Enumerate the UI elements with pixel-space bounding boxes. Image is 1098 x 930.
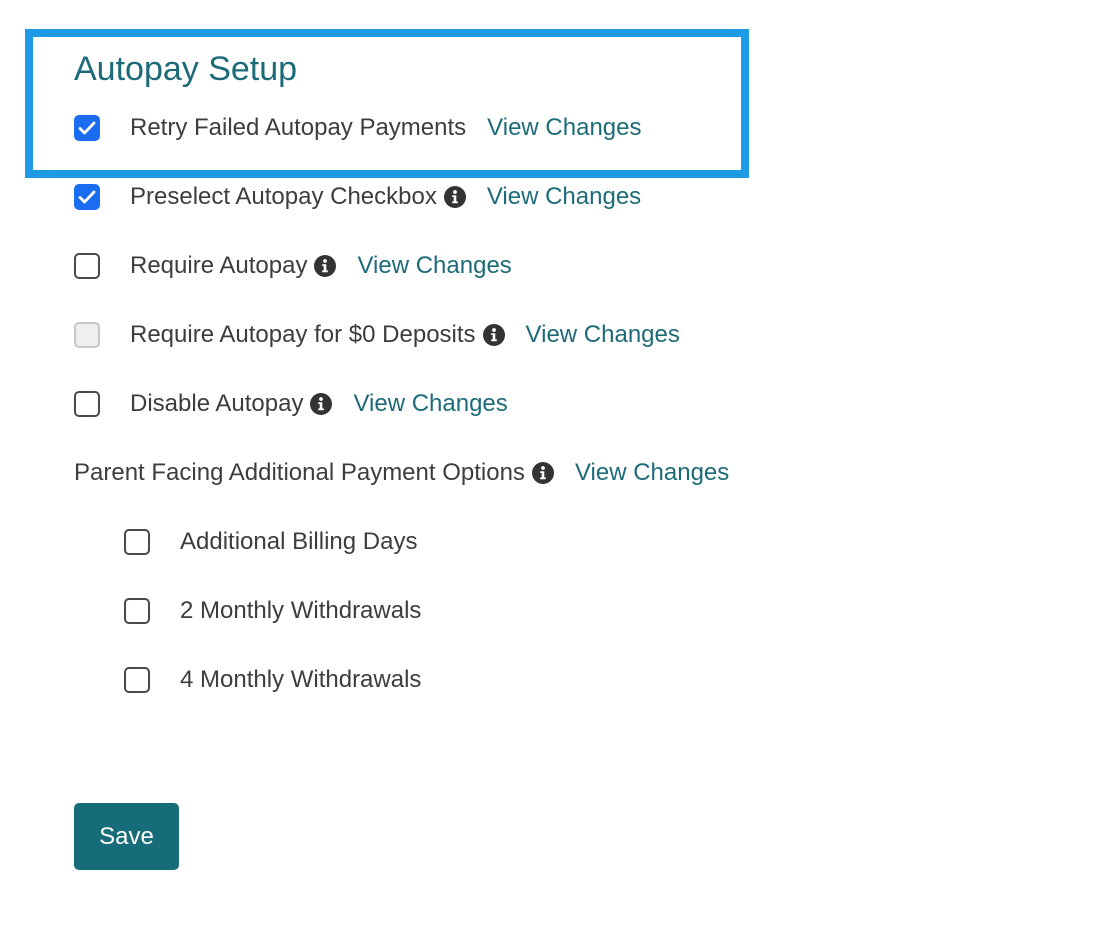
additional-options-label: Parent Facing Additional Payment Options xyxy=(74,459,525,486)
info-icon[interactable] xyxy=(482,324,505,346)
info-icon[interactable] xyxy=(531,462,554,484)
checkbox-retry-failed-autopay[interactable] xyxy=(74,115,100,141)
section-title: Autopay Setup xyxy=(74,50,298,88)
view-changes-link[interactable]: View Changes xyxy=(487,183,641,211)
option-require-autopay-zero-deposits: Require Autopay for $0 Deposits View Cha… xyxy=(74,315,680,355)
view-changes-link[interactable]: View Changes xyxy=(487,114,641,142)
checkmark-icon xyxy=(78,190,96,204)
option-label: Retry Failed Autopay Payments xyxy=(130,114,467,141)
option-disable-autopay: Disable Autopay View Changes xyxy=(74,384,508,424)
additional-payment-options-heading: Parent Facing Additional Payment Options… xyxy=(74,453,729,493)
option-label: Require Autopay for $0 Deposits xyxy=(130,321,476,348)
checkbox-preselect-autopay[interactable] xyxy=(74,184,100,210)
info-icon[interactable] xyxy=(314,255,337,277)
option-retry-failed-autopay: Retry Failed Autopay Payments View Chang… xyxy=(74,108,642,148)
checkbox-2-monthly-withdrawals[interactable] xyxy=(124,598,150,624)
save-button[interactable]: Save xyxy=(74,803,179,870)
checkbox-disable-autopay[interactable] xyxy=(74,391,100,417)
checkbox-4-monthly-withdrawals[interactable] xyxy=(124,667,150,693)
option-require-autopay: Require Autopay View Changes xyxy=(74,246,512,286)
view-changes-link[interactable]: View Changes xyxy=(526,321,680,349)
option-2-monthly-withdrawals: 2 Monthly Withdrawals xyxy=(124,591,421,631)
info-icon[interactable] xyxy=(310,393,333,415)
option-label: Require Autopay xyxy=(130,252,308,279)
view-changes-link[interactable]: View Changes xyxy=(575,459,729,487)
option-label: Preselect Autopay Checkbox xyxy=(130,183,437,210)
view-changes-link[interactable]: View Changes xyxy=(353,390,507,418)
checkbox-require-autopay[interactable] xyxy=(74,253,100,279)
option-label: 4 Monthly Withdrawals xyxy=(180,666,422,693)
view-changes-link[interactable]: View Changes xyxy=(357,252,511,280)
option-label: Additional Billing Days xyxy=(180,528,418,555)
option-additional-billing-days: Additional Billing Days xyxy=(124,522,417,562)
checkmark-icon xyxy=(78,121,96,135)
checkbox-additional-billing-days[interactable] xyxy=(124,529,150,555)
checkbox-require-autopay-zero-deposits[interactable] xyxy=(74,322,100,348)
info-icon[interactable] xyxy=(443,186,466,208)
option-4-monthly-withdrawals: 4 Monthly Withdrawals xyxy=(124,660,421,700)
option-label: Disable Autopay xyxy=(130,390,304,417)
option-label: 2 Monthly Withdrawals xyxy=(180,597,422,624)
option-preselect-autopay: Preselect Autopay Checkbox View Changes xyxy=(74,177,641,217)
